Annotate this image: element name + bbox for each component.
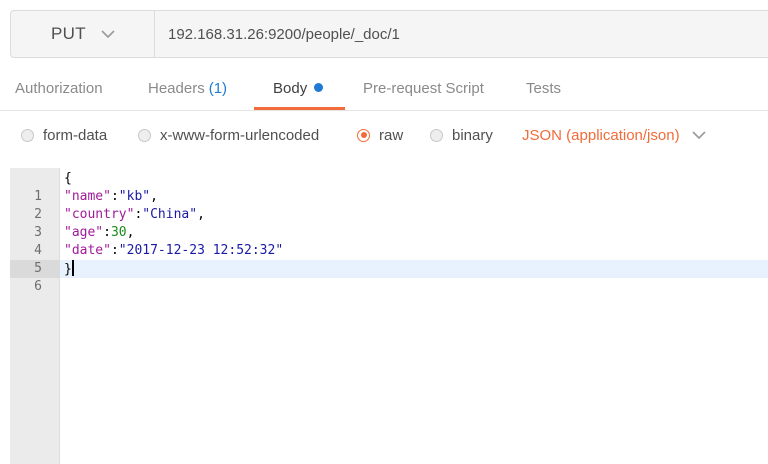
radio-button[interactable] (138, 128, 151, 142)
radio-button[interactable] (430, 128, 443, 142)
code-line: "date":"2017-12-23 12:52:32" (64, 242, 283, 260)
code-token: : (110, 189, 119, 204)
radio-form-data[interactable]: form-data (21, 112, 107, 158)
body-mode-selector: form-data x-www-form-urlencoded raw bina… (0, 112, 768, 158)
gutter-line: 6 (10, 260, 60, 294)
text-cursor (71, 260, 74, 276)
code-line: "country":"China", (64, 206, 205, 224)
modified-dot-icon (314, 83, 324, 92)
code-token: "name" (64, 189, 111, 204)
code-token: } (64, 262, 72, 277)
code-token: "age" (64, 225, 104, 240)
code-token: , (150, 189, 158, 204)
code-text-area[interactable]: { "name":"kb", "country":"China", "age":… (60, 168, 768, 464)
request-tabs: Authorization Headers (1) Body Pre-reques… (0, 66, 768, 111)
radio-x-www-form-urlencoded[interactable]: x-www-form-urlencoded (138, 112, 319, 158)
content-type-label: JSON (application/json) (522, 126, 680, 144)
code-token: "2017-12-23 12:52:32" (118, 243, 284, 258)
radio-raw[interactable]: raw (357, 112, 403, 158)
tab-authorization[interactable]: Authorization (15, 66, 103, 110)
radio-binary[interactable]: binary (430, 112, 493, 158)
code-token: "country" (64, 207, 135, 222)
tab-tests[interactable]: Tests (526, 66, 561, 110)
tab-label: Body (273, 80, 308, 97)
request-url-bar: PUT 192.168.31.26:9200/people/_doc/1 (10, 10, 768, 58)
chevron-down-icon (101, 29, 115, 39)
url-input[interactable]: 192.168.31.26:9200/people/_doc/1 (155, 11, 768, 57)
code-token: , (126, 225, 135, 240)
content-type-dropdown[interactable]: JSON (application/json) (522, 112, 706, 158)
line-number: 6 (34, 279, 42, 294)
code-editor[interactable]: 1 2 3 4 5 6 { "name":"kb", "country":"Ch… (10, 168, 768, 464)
gutter-line: 5 (10, 242, 60, 276)
gutter-line: 2 (10, 188, 60, 222)
radio-label: form-data (43, 126, 108, 144)
code-line: { (64, 170, 72, 188)
code-token: : (110, 243, 119, 258)
radio-button-checked[interactable] (357, 128, 370, 142)
code-token: { (64, 171, 72, 186)
active-tab-indicator (254, 107, 345, 110)
code-token: 30 (110, 225, 127, 240)
tab-label: Pre-request Script (363, 80, 484, 97)
tab-label: Authorization (15, 80, 103, 97)
code-token: "kb" (118, 189, 151, 204)
line-number-gutter: 1 2 3 4 5 6 (10, 168, 133, 464)
tab-headers[interactable]: Headers (1) (148, 66, 227, 110)
radio-label: x-www-form-urlencoded (160, 126, 320, 144)
tab-pre-request-script[interactable]: Pre-request Script (363, 66, 484, 110)
code-token: : (103, 225, 111, 240)
radio-label: raw (379, 126, 404, 144)
code-line: "age":30, (64, 224, 134, 242)
tab-body[interactable]: Body (273, 66, 324, 110)
method-select[interactable]: PUT (11, 11, 155, 57)
code-line: "name":"kb", (64, 188, 158, 206)
tab-label: Tests (526, 80, 562, 97)
gutter-line: 1 (10, 170, 133, 206)
headers-count-badge: (1) (208, 80, 228, 97)
gutter-line: 3 (10, 206, 60, 240)
gutter-line: 4 (10, 224, 60, 258)
radio-button[interactable] (21, 128, 34, 142)
code-token: "date" (64, 243, 111, 258)
code-token: , (197, 207, 205, 222)
tab-label: Headers (148, 80, 205, 97)
method-label: PUT (51, 24, 86, 43)
radio-label: binary (452, 126, 493, 144)
code-token: "China" (142, 207, 198, 222)
request-builder: PUT 192.168.31.26:9200/people/_doc/1 Aut… (0, 0, 768, 464)
active-line-highlight (60, 260, 768, 278)
chevron-down-icon (692, 130, 706, 140)
code-line: } (64, 260, 74, 278)
